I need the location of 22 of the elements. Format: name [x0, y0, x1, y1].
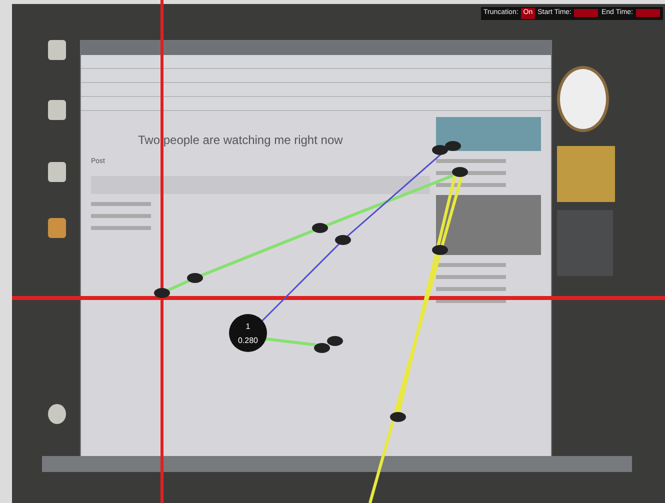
time-value-highlight [636, 9, 660, 18]
fixation-index: 1 [246, 322, 250, 331]
fixation-circle [229, 314, 267, 352]
fixation-marker [314, 343, 330, 353]
fixation-marker [327, 336, 343, 346]
folder-icon[interactable] [48, 218, 66, 238]
photo-placeholder [557, 146, 615, 202]
fixation-marker [432, 145, 448, 155]
fixation-marker [432, 245, 448, 255]
desktop-icon[interactable] [48, 100, 66, 120]
fixation-marker [335, 235, 351, 245]
fixation-marker [445, 141, 461, 151]
desktop-icon[interactable] [48, 404, 66, 424]
fixation-marker [187, 273, 203, 283]
time-value-highlight [574, 9, 598, 18]
desktop-icon[interactable] [48, 162, 66, 182]
fixation-marker [312, 223, 328, 233]
fixation-marker [390, 412, 406, 422]
fixation-marker [452, 167, 468, 177]
fixation-marker [154, 288, 170, 298]
fixation-duration: 0.280 [238, 336, 258, 345]
post-title: Two people are watching me right now [138, 132, 344, 149]
